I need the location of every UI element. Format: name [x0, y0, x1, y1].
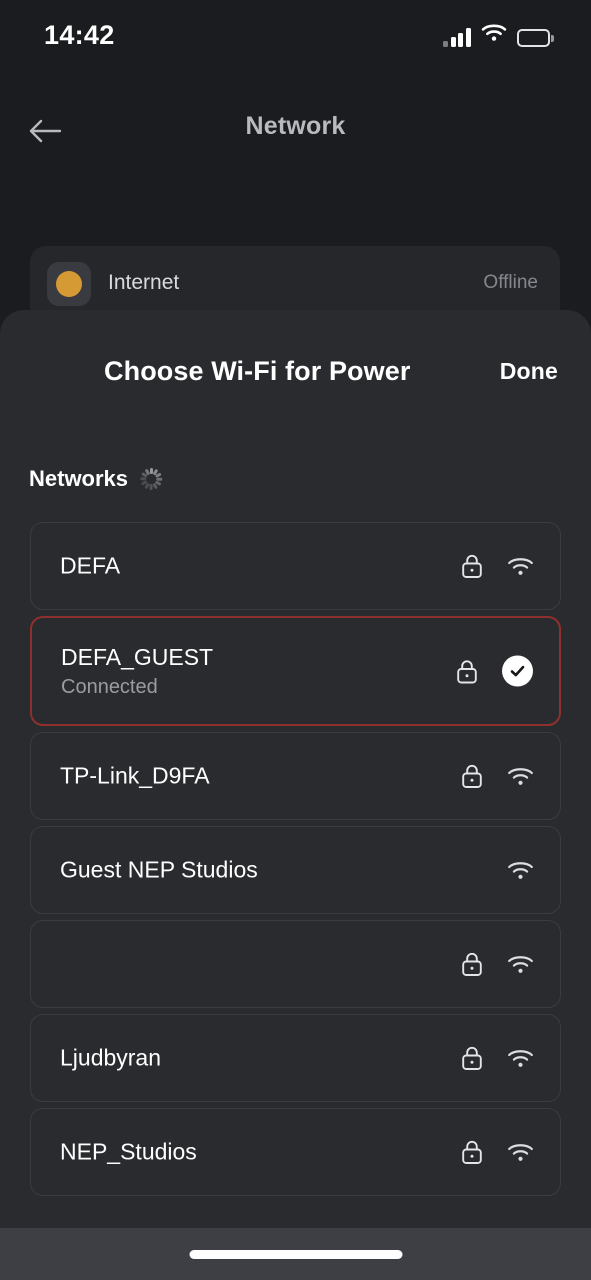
network-list: DEFA DEFA_GUEST Connected TP-Link_D9FA Guest… — [0, 510, 591, 1228]
networks-section-heading: Networks — [29, 466, 163, 492]
networks-section-label: Networks — [29, 466, 129, 491]
lock-icon — [461, 763, 483, 789]
network-row-icons — [456, 655, 533, 687]
network-row[interactable] — [30, 920, 561, 1008]
cellular-signal-icon — [443, 28, 471, 47]
internet-label: Internet — [108, 271, 180, 294]
wifi-icon — [481, 23, 507, 47]
lock-icon — [461, 1045, 483, 1071]
lock-icon — [461, 553, 483, 579]
network-row[interactable]: Guest NEP Studios — [30, 826, 561, 914]
network-name: DEFA — [60, 552, 121, 579]
network-row-icons — [461, 553, 534, 579]
wifi-icon — [507, 1048, 534, 1069]
bottom-bar — [0, 1228, 591, 1280]
done-button[interactable]: Done — [500, 358, 558, 385]
page-title: Network — [245, 112, 346, 140]
network-row-icons — [461, 857, 534, 883]
lock-icon-placeholder — [461, 857, 483, 883]
network-name: DEFA_GUEST — [61, 644, 214, 670]
status-icons — [443, 21, 554, 47]
network-row[interactable]: DEFA_GUEST Connected — [30, 616, 561, 726]
wifi-icon — [507, 954, 534, 975]
sheet-title: Choose Wi-Fi for Power — [104, 356, 411, 386]
wifi-icon — [507, 766, 534, 787]
internet-status-dot-icon — [47, 262, 91, 306]
network-row[interactable]: Ljudbyran — [30, 1014, 561, 1102]
status-bar: 14:42 — [0, 0, 591, 72]
network-row[interactable]: TP-Link_D9FA — [30, 732, 561, 820]
lock-icon — [461, 1139, 483, 1165]
network-row-icons — [461, 763, 534, 789]
status-time: 14:42 — [44, 20, 115, 50]
wifi-icon — [507, 1142, 534, 1163]
wifi-icon — [507, 556, 534, 577]
network-row[interactable]: NEP_Studios — [30, 1108, 561, 1196]
wifi-icon — [507, 860, 534, 881]
network-name: Ljudbyran — [60, 1044, 162, 1071]
nav-header: Network — [0, 96, 591, 168]
lock-icon — [461, 951, 483, 977]
network-row-icons — [461, 1045, 534, 1071]
internet-status-text: Offline — [483, 272, 538, 293]
choose-wifi-sheet: Choose Wi-Fi for Power Done Networks DEF… — [0, 310, 591, 1228]
phone-screen: 14:42 Network Internet Offline Choose Wi… — [0, 0, 591, 1280]
network-name: Guest NEP Studios — [60, 856, 258, 883]
loading-spinner-icon — [140, 468, 163, 490]
network-status-text: Connected — [61, 676, 158, 698]
network-row-icons — [461, 1139, 534, 1165]
network-row-icons — [461, 951, 534, 977]
network-row[interactable]: DEFA — [30, 522, 561, 610]
home-indicator[interactable] — [189, 1250, 402, 1259]
check-circle-icon — [502, 655, 533, 687]
lock-icon — [456, 658, 478, 684]
battery-icon — [516, 29, 554, 47]
network-name: NEP_Studios — [60, 1138, 197, 1165]
network-name: TP-Link_D9FA — [60, 762, 210, 789]
